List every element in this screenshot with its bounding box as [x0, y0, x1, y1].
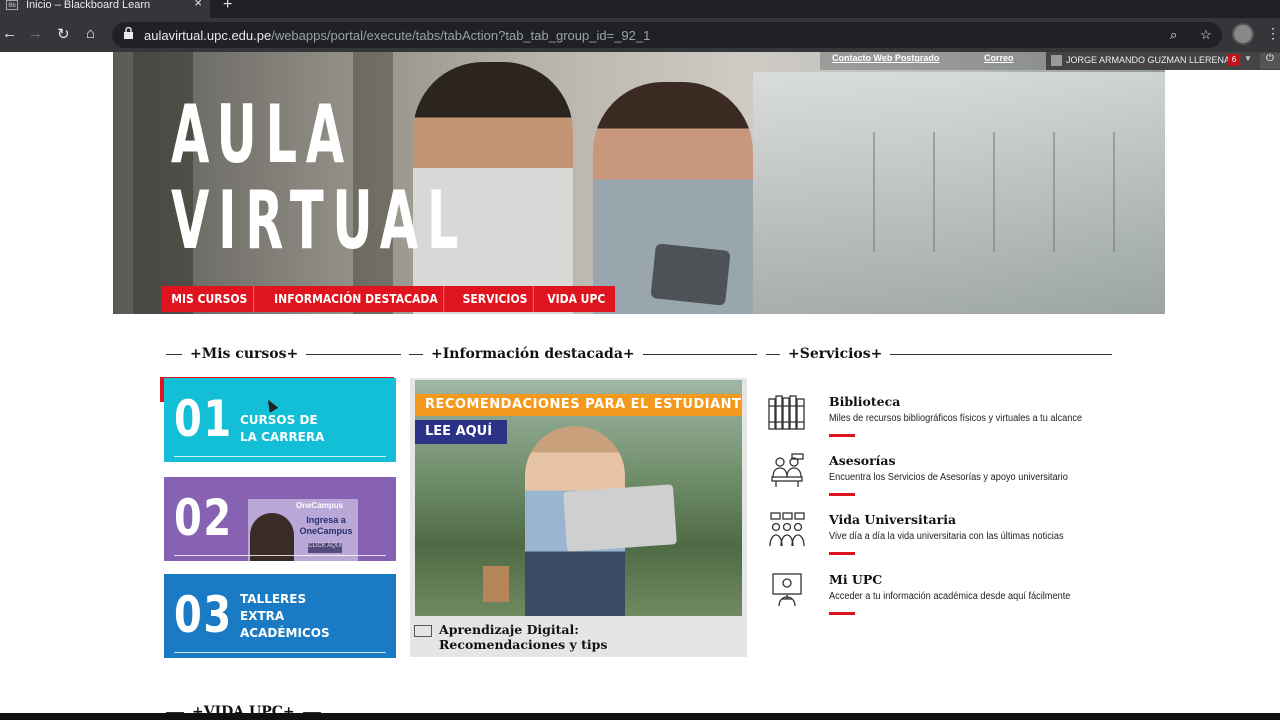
tile-label-line2: EXTRA [240, 609, 285, 623]
correo-link[interactable]: Correo [984, 53, 1014, 63]
service-mi-upc[interactable]: Mi UPC Acceder a tu información académic… [768, 572, 1118, 630]
image-icon [414, 625, 432, 637]
promo-text: Ingresa a OneCampus [299, 515, 353, 536]
section-title-informacion: +Información destacada+ [431, 346, 635, 362]
notification-badge[interactable]: 6 [1228, 54, 1240, 66]
hero-title-line1: AULA [171, 88, 353, 181]
tile-label-line3: ACADÉMICOS [240, 626, 330, 640]
section-head-mis-cursos: +Mis cursos+ [166, 346, 402, 362]
service-title: Biblioteca [829, 394, 901, 409]
user-menu[interactable]: JORGE ARMANDO GUZMAN LLERENA 6 ▼ ⏻ [1046, 52, 1280, 70]
browser-tab[interactable]: Bb Inicio – Blackboard Learn × [0, 0, 210, 18]
tile-onecampus[interactable]: 02 OneCampus Ingresa a OneCampus CLICK A… [164, 477, 396, 561]
service-title: Vida Universitaria [829, 512, 957, 527]
info-card[interactable]: RECOMENDACIONES PARA EL ESTUDIANTE ONLIN… [410, 378, 747, 657]
tile-label-line1: TALLERES [240, 592, 307, 606]
books-icon [768, 395, 805, 430]
user-name: JORGE ARMANDO GUZMAN LLERENA [1066, 55, 1231, 65]
service-biblioteca[interactable]: Biblioteca Miles de recursos bibliográfi… [768, 394, 1118, 452]
lock-icon [124, 27, 133, 39]
hero-nav: MIS CURSOS INFORMACIÓN DESTACADA SERVICI… [161, 286, 615, 312]
service-title: Mi UPC [829, 572, 883, 587]
bookmark-star-icon[interactable]: ☆ [1200, 27, 1212, 43]
user-avatar-icon [1051, 55, 1062, 66]
info-banner: RECOMENDACIONES PARA EL ESTUDIANTE ONLIN… [415, 394, 742, 416]
hero-title-line2: VIRTUAL [171, 174, 468, 267]
profile-avatar[interactable] [1232, 23, 1254, 45]
back-icon[interactable]: ← [2, 25, 17, 42]
lee-aqui-button[interactable]: LEE AQUÍ [415, 420, 507, 444]
service-title: Asesorías [829, 453, 896, 468]
section-head-informacion: +Información destacada+ [409, 346, 757, 362]
info-caption-line1: Aprendizaje Digital: [439, 622, 579, 637]
people-icon [769, 512, 805, 547]
info-caption-line2: Recomendaciones y tips [439, 637, 608, 652]
url-text: aulavirtual.upc.edu.pe/webapps/portal/ex… [144, 28, 651, 43]
forward-icon[interactable]: → [28, 25, 43, 42]
home-icon[interactable]: ⌂ [86, 25, 95, 42]
computer-user-icon [772, 573, 802, 607]
service-desc: Vive día a día la vida universitaria con… [829, 531, 1064, 542]
chevron-down-icon[interactable]: ▼ [1244, 54, 1252, 63]
tile-label-line1: CURSOS DE [240, 413, 318, 427]
tile-cursos-de-la-carrera[interactable]: 01 CURSOS DE LA CARRERA [164, 378, 396, 462]
tile-talleres-extra-academicos[interactable]: 03 TALLERES EXTRA ACADÉMICOS [164, 574, 396, 658]
hero-nav-informacion-destacada[interactable]: INFORMACIÓN DESTACADA [268, 286, 444, 312]
hero-title: AULA VIRTUAL [171, 92, 467, 264]
hero-building-windows [873, 132, 1165, 252]
section-title-mis-cursos: +Mis cursos+ [190, 346, 299, 362]
section-head-servicios: +Servicios+ [766, 346, 1113, 362]
service-vida-universitaria[interactable]: Vida Universitaria Vive día a día la vid… [768, 512, 1118, 570]
onecampus-promo[interactable]: OneCampus Ingresa a OneCampus CLICK AQUÍ [248, 499, 358, 561]
coffee-cup-image [483, 566, 509, 602]
tile-label-line2: LA CARRERA [240, 430, 325, 444]
blackboard-favicon-icon: Bb [6, 0, 18, 10]
hero-nav-servicios[interactable]: SERVICIOS [458, 286, 534, 312]
service-asesorias[interactable]: Asesorías Encuentra los Servicios de Ase… [768, 453, 1118, 511]
service-desc: Miles de recursos bibliográficos físicos… [829, 413, 1083, 424]
onecampus-logo: OneCampus [296, 501, 344, 510]
hero-tablet [650, 243, 731, 306]
bottom-edge [0, 713, 1280, 720]
info-caption[interactable]: Aprendizaje Digital: Recomendaciones y t… [439, 622, 607, 652]
browser-toolbar: ← → ↻ ⌂ aulavirtual.upc.edu.pe/webapps/p… [0, 18, 1280, 52]
address-bar[interactable]: aulavirtual.upc.edu.pe/webapps/portal/ex… [112, 22, 1222, 48]
info-card-image[interactable]: RECOMENDACIONES PARA EL ESTUDIANTE ONLIN… [415, 380, 742, 616]
section-title-servicios: +Servicios+ [788, 346, 883, 362]
tile-number: 02 [174, 489, 233, 547]
promo-click-button[interactable]: CLICK AQUÍ [308, 543, 342, 553]
laptop-image [563, 484, 677, 552]
hero-nav-mis-cursos[interactable]: MIS CURSOS [166, 286, 254, 312]
hero-nav-vida-upc[interactable]: VIDA UPC [542, 286, 611, 312]
close-tab-icon[interactable]: × [194, 0, 202, 9]
contacto-web-postgrado-link[interactable]: Contacto Web Postgrado [832, 53, 939, 63]
reload-icon[interactable]: ↻ [57, 25, 70, 43]
hero-banner: AULA VIRTUAL MIS CURSOS INFORMACIÓN DEST… [113, 52, 1165, 314]
service-desc: Encuentra los Servicios de Asesorías y a… [829, 472, 1068, 483]
user-topbar: Contacto Web Postgrado Correo JORGE ARMA… [820, 52, 1280, 70]
advisory-icon [771, 453, 804, 487]
zoom-search-icon[interactable]: ⌕ [1170, 27, 1177, 43]
promo-person-image [250, 513, 294, 561]
new-tab-icon[interactable]: + [223, 0, 232, 14]
tile-number: 03 [174, 586, 233, 644]
logout-power-icon[interactable]: ⏻ [1260, 53, 1280, 69]
browser-menu-icon[interactable]: ⋮ [1266, 25, 1280, 42]
service-desc: Acceder a tu información académica desde… [829, 591, 1071, 602]
browser-tabstrip: Bb Inicio – Blackboard Learn × + [0, 0, 1280, 18]
tile-number: 01 [174, 390, 233, 448]
tab-title: Inicio – Blackboard Learn [26, 0, 151, 11]
page-content: AULA VIRTUAL MIS CURSOS INFORMACIÓN DEST… [0, 52, 1280, 720]
